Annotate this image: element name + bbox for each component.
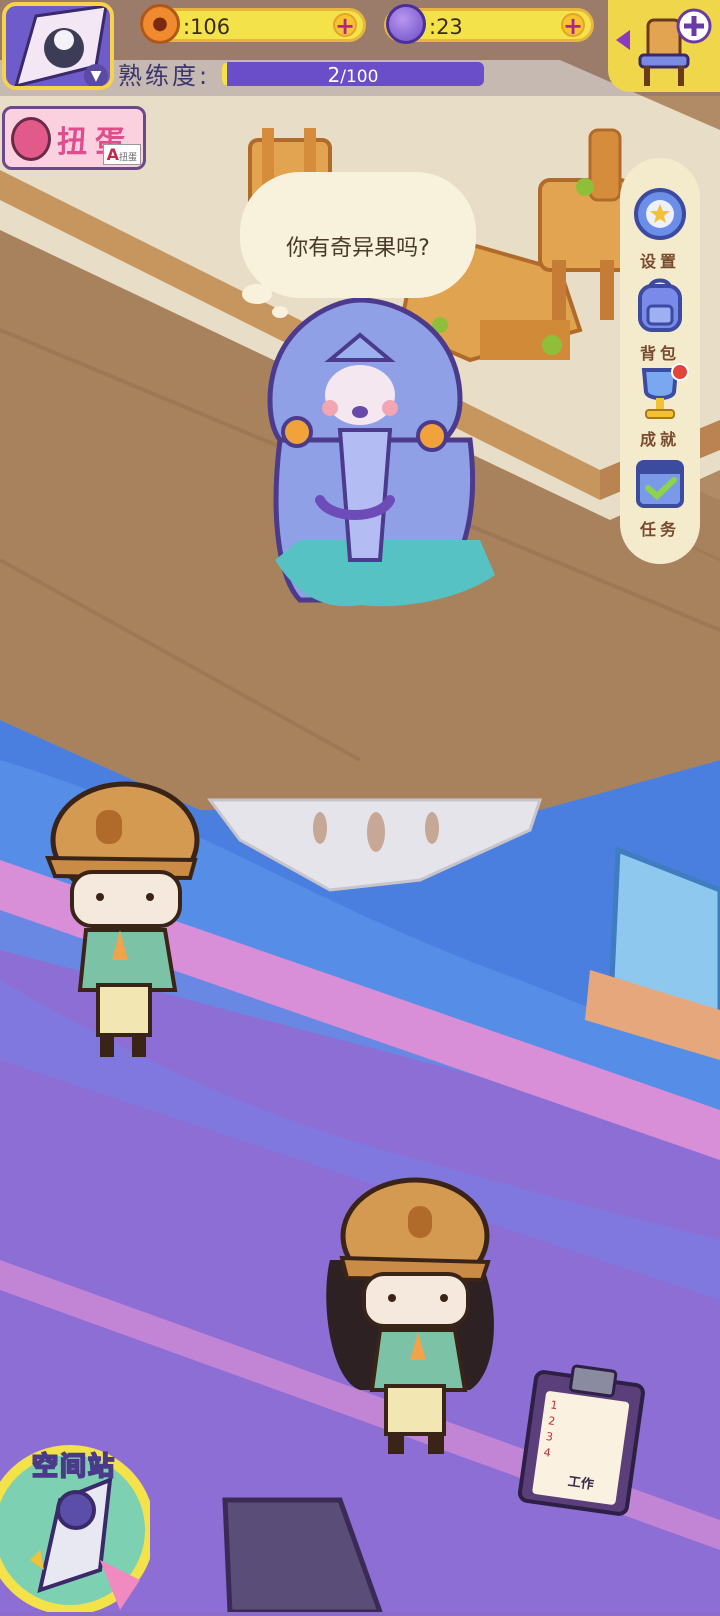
clipboard-row: 1 [549, 1398, 559, 1413]
settings-label: 设置 [639, 252, 680, 271]
rocket-icon [0, 1445, 155, 1615]
side-menu: 设置 背包 成就 任务 [620, 158, 700, 564]
achievements-label: 成就 [639, 430, 680, 449]
bubble-tail-dot [242, 284, 272, 304]
gear-star-icon [634, 188, 686, 240]
tasks-label: 任务 [639, 520, 680, 539]
achievements-button[interactable]: 成就 [620, 362, 700, 450]
clipboard-paper: 1 2 3 4 工作 [531, 1390, 630, 1506]
tasks-button[interactable]: 任务 [620, 452, 700, 540]
trophy-icon [641, 363, 689, 419]
gacha-capsule-icon [11, 117, 51, 161]
work-clipboard-button[interactable]: 1 2 3 4 工作 [512, 1356, 652, 1521]
clipboard-row: 2 [547, 1414, 557, 1429]
work-label: 工作 [566, 1474, 595, 1494]
furniture-shop-button[interactable] [608, 0, 720, 92]
space-station-button[interactable]: 空间站 [0, 1410, 155, 1615]
chevron-down-icon[interactable]: ▼ [84, 64, 108, 86]
avatar-button[interactable]: ▼ [2, 2, 114, 90]
settings-button[interactable]: 设置 [620, 184, 700, 272]
gacha-button[interactable]: 扭蛋 A扭蛋 [2, 106, 146, 170]
add-coins-button[interactable]: + [333, 13, 357, 38]
planets-value: :23 [429, 15, 463, 39]
chair-plus-icon [616, 8, 712, 86]
clipboard-row: 4 [542, 1445, 552, 1460]
proficiency-label: 熟练度: [118, 62, 211, 90]
bubble-tail-dot [272, 306, 288, 318]
proficiency-current: 2 [327, 63, 341, 86]
proficiency-bar: 2/100 [222, 62, 484, 86]
add-planets-button[interactable]: + [561, 13, 585, 38]
backpack-icon [638, 278, 682, 332]
calendar-check-icon [636, 460, 684, 508]
proficiency-max: /100 [340, 67, 379, 86]
gacha-badge: A扭蛋 [102, 144, 141, 165]
clipboard-row: 3 [545, 1430, 554, 1444]
npc-speech-bubble: 你有奇异果吗? [240, 172, 476, 298]
backpack-button[interactable]: 背包 [620, 276, 700, 364]
npc-dialog-text: 你有奇异果吗? [286, 236, 430, 261]
planet-icon [386, 4, 426, 44]
backpack-label: 背包 [639, 344, 680, 363]
coin-icon: ● [140, 4, 180, 44]
coins-value: :106 [183, 15, 231, 39]
space-station-label: 空间站 [31, 1451, 117, 1483]
